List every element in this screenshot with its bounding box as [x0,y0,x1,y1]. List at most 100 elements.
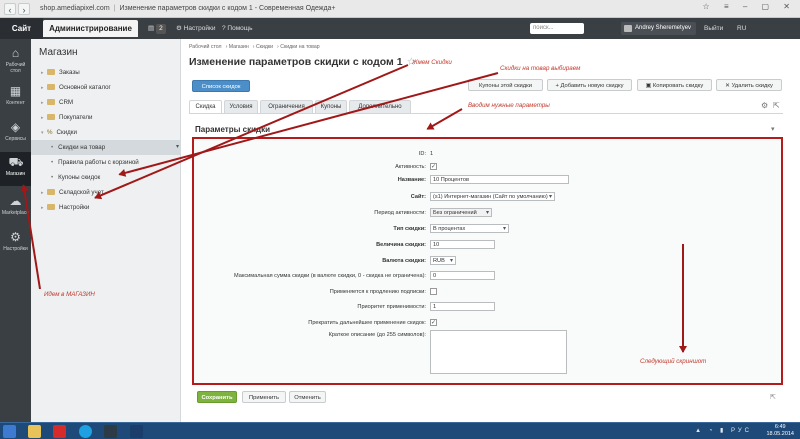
settings-link[interactable]: ⚙ Настройки [176,18,216,39]
photoshop-icon[interactable] [130,425,143,438]
site-tab[interactable]: Сайт [0,18,43,39]
system-tray[interactable]: ▲ ◔ ▮ РУС [695,427,752,434]
annotation-text: Следующий скриншот [640,358,707,365]
name-label: Название: [397,177,426,183]
folder-icon [47,189,55,195]
folder-icon [47,84,55,90]
keyboard-lang: РУС [730,428,752,434]
sidebar-item-product-discounts[interactable]: Скидки на товар [31,140,181,155]
help-link[interactable]: ? Помощь [222,18,253,39]
rail-settings[interactable]: ⚙ Настройки [0,227,31,261]
back-icon[interactable]: ‹ [4,3,16,15]
annotation-arrow [682,244,684,352]
sidebar-item-crm[interactable]: ▸ CRM [31,95,181,110]
value-label: Величина скидки: [376,242,426,248]
rail-desktop[interactable]: ⌂ Рабочий стол [0,43,31,77]
sidebar-item-discounts[interactable]: ▾% Скидки [31,125,181,140]
apply-button[interactable]: Применить [242,391,286,403]
renewal-checkbox[interactable] [430,288,437,295]
sidebar-item-coupons[interactable]: Купоны скидок [31,170,181,185]
start-icon[interactable] [3,425,16,438]
tab-conditions[interactable]: Условия [224,100,258,113]
rail-shop[interactable]: ⛟ Магазин [0,152,31,186]
site-select[interactable]: (s1) Интернет-магазин (Сайт по умолчанию… [430,192,555,202]
steam-icon[interactable] [104,425,117,438]
rail-label: Настройки [3,246,28,252]
discount-form: ID: 1 Активность: ✓ Название: 10 Процент… [192,137,783,385]
max-field[interactable]: 0 [430,271,495,280]
value-field[interactable]: 10 [430,240,495,249]
sidebar-item-label: Покупатели [59,114,93,121]
folder-icon [47,114,55,120]
logout-link[interactable]: Выйти [704,18,723,39]
delete-discount-button[interactable]: ✕ Удалить скидку [716,79,782,91]
admin-tab[interactable]: Администрирование [43,20,138,37]
breadcrumb-item[interactable]: Скидки [256,44,273,50]
cancel-button[interactable]: Отменить [289,391,326,403]
currency-select[interactable]: RUB [430,256,456,266]
cloud-icon: ☁ [9,194,22,208]
collapse-icon[interactable]: ▾ [771,125,775,133]
tab-discount[interactable]: Скидка [189,100,222,113]
id-value: 1 [430,151,434,157]
breadcrumb: Рабочий стол › Магазин › Скидки › Скидки на… [189,44,320,50]
clock-date: 18.05.2014 [766,431,794,437]
annotation-text: Вводим нужные параметры [468,102,550,109]
sidebar-item-customers[interactable]: ▸ Покупатели [31,110,181,125]
stop-checkbox[interactable]: ✓ [430,319,437,326]
sidebar-title: Магазин [39,47,78,58]
stop-label: Прекратить дальнейшее применение скидок: [308,320,426,326]
rail-services[interactable]: ◈ Сервисы [0,117,31,151]
yandex-icon[interactable] [53,425,66,438]
taskbar: ▲ ◔ ▮ РУС 6:49 18.05.2014 [0,422,800,439]
breadcrumb-item[interactable]: Рабочий стол [189,44,222,50]
pin-icon[interactable]: ⇱ [770,393,776,401]
type-select[interactable]: В процентах [430,224,509,234]
sidebar-item-settings[interactable]: ▸ Настройки [31,200,181,215]
sidebar-item-catalog[interactable]: ▸ Основной каталог [31,80,181,95]
description-textarea[interactable] [430,330,567,374]
breadcrumb-item[interactable]: Магазин [229,44,249,50]
breadcrumb-item[interactable]: Скидки на товар [280,44,319,50]
page-title-text: Изменение параметров скидки с кодом 1 - … [119,5,336,12]
priority-field[interactable]: 1 [430,302,495,311]
sidebar-item-label: Заказы [59,69,80,76]
user-menu[interactable]: Andrey Sheremetyev [621,22,697,35]
delete-discount-label: Удалить скидку [731,83,773,89]
name-field[interactable]: 10 Процентов [430,175,569,184]
rail-content[interactable]: ▦ Контент [0,81,31,115]
content-icon: ▦ [9,84,22,98]
sidebar-item-label: Скидки [56,129,77,136]
explorer-icon[interactable] [28,425,41,438]
discount-list-button[interactable]: Список скидок [192,80,250,92]
sidebar-item-orders[interactable]: ▸ Заказы [31,65,181,80]
lang-switch[interactable]: RU [737,18,746,39]
active-checkbox[interactable]: ✓ [430,163,437,170]
coupons-button[interactable]: Купоны этой скидки [468,79,543,91]
forward-icon[interactable]: › [18,3,30,15]
period-select[interactable]: Без ограничений [430,208,492,218]
address-bar[interactable]: shop.amediapixel.com | Изменение параметро… [40,3,336,15]
renewal-label: Применяется к продлению подписки: [329,289,426,295]
window-controls[interactable]: ☆ ≡ – ▢ ✕ [703,2,796,11]
add-discount-button[interactable]: + Добавить новую скидку [547,79,632,91]
desc-label: Краткое описание (до 255 символов): [328,332,426,338]
pin-icon[interactable]: ⇱ [773,101,780,110]
currency-label: Валюта скидки: [382,258,426,264]
clock[interactable]: 6:49 18.05.2014 [766,424,794,438]
folder-icon [47,204,55,210]
gear-icon[interactable]: ⚙ [761,101,768,110]
settings-label: Настройки [183,25,216,32]
sidebar-item-label: CRM [59,99,74,106]
browser-chrome: ‹ › shop.amediapixel.com | Изменение парам… [0,0,800,18]
notifications-button[interactable]: ▤ 2 [148,18,166,39]
skype-icon[interactable] [79,425,92,438]
id-label: ID: [418,151,426,157]
save-button[interactable]: Сохранить [197,391,237,403]
rail-label: Marketplace [1,210,30,216]
search-input[interactable]: поиск... [530,23,584,34]
gear-icon: ⚙ [10,230,21,244]
home-icon: ⌂ [11,46,20,60]
admin-topbar: Сайт Администрирование ▤ 2 ⚙ Настройки ? … [0,18,800,39]
copy-discount-button[interactable]: ▣ Копировать скидку [637,79,712,91]
